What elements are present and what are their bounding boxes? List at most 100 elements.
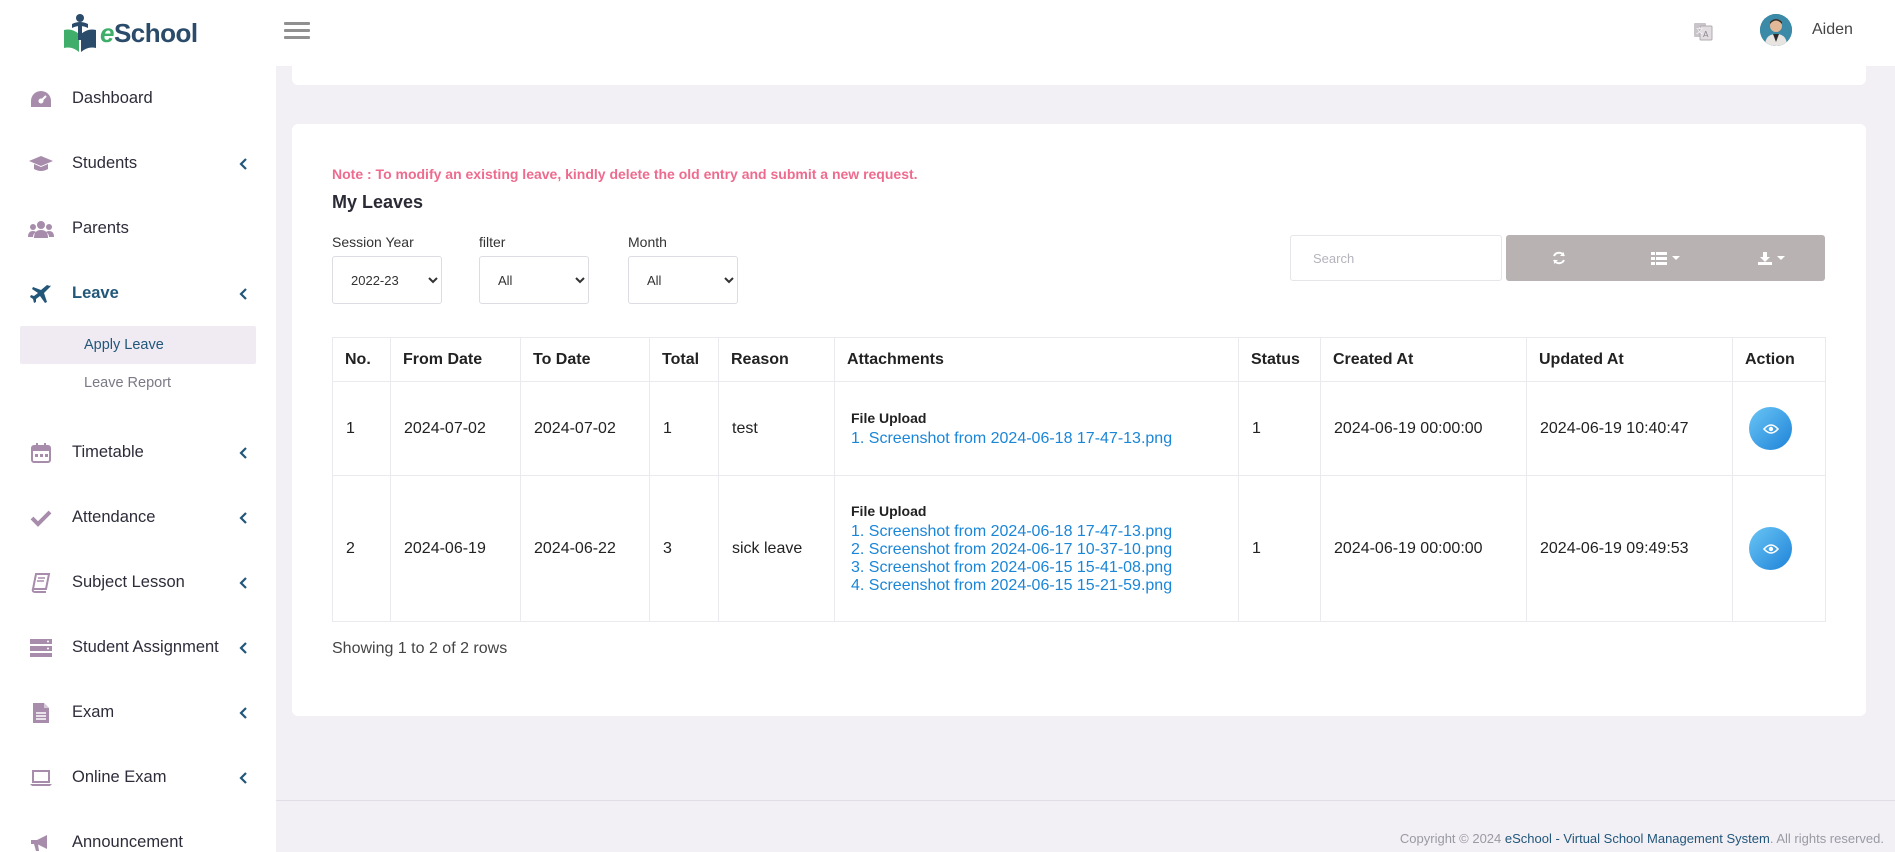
cell-status: 1 xyxy=(1238,475,1321,622)
view-button[interactable] xyxy=(1749,407,1792,450)
check-icon xyxy=(28,507,54,529)
bullhorn-icon xyxy=(28,832,54,852)
eye-icon xyxy=(1762,423,1779,434)
session-year-label: Session Year xyxy=(332,234,414,250)
column-header[interactable]: From Date xyxy=(390,337,521,382)
my-leaves-card: Note : To modify an existing leave, kind… xyxy=(292,124,1866,716)
users-icon xyxy=(28,218,54,240)
export-button[interactable] xyxy=(1719,235,1825,281)
footer-copyright: Copyright © 2024 xyxy=(1399,831,1505,846)
chevron-left-icon xyxy=(236,771,250,785)
chevron-left-icon xyxy=(236,576,250,590)
column-header[interactable]: Attachments xyxy=(834,337,1239,382)
column-header[interactable]: Reason xyxy=(718,337,835,382)
page-title: My Leaves xyxy=(332,192,424,212)
month-select[interactable]: All xyxy=(628,256,738,304)
brand-logo[interactable]: eSchool xyxy=(0,0,276,66)
leave-submenu: Apply Leave Leave Report xyxy=(0,326,276,402)
menu-toggle-icon[interactable] xyxy=(284,19,310,45)
cell-updated-at: 2024-06-19 10:40:47 xyxy=(1526,381,1733,476)
sidebar-item-leave[interactable]: Leave xyxy=(0,261,276,326)
attachment-title: File Upload xyxy=(851,502,927,519)
attachment-link[interactable]: 4. Screenshot from 2024-06-15 15-21-59.p… xyxy=(848,577,1226,595)
pagination-info: Showing 1 to 2 of 2 rows xyxy=(332,640,508,657)
footer: Copyright © 2024 eSchool - Virtual Schoo… xyxy=(1400,831,1884,846)
calendar-icon xyxy=(28,442,54,464)
footer-link[interactable]: eSchool - Virtual School Management Syst… xyxy=(1505,831,1770,846)
sidebar-item-online-exam[interactable]: Online Exam xyxy=(0,745,276,810)
attachment-title: File Upload xyxy=(851,409,927,426)
sidebar-item-students[interactable]: Students xyxy=(0,131,276,196)
cell-created-at: 2024-06-19 00:00:00 xyxy=(1320,381,1527,476)
username[interactable]: Aiden xyxy=(1812,21,1853,39)
chevron-left-icon xyxy=(236,706,250,720)
search-input[interactable] xyxy=(1290,235,1502,281)
cell-attachments: File Upload 1. Screenshot from 2024-06-1… xyxy=(834,381,1239,476)
cell-created-at: 2024-06-19 00:00:00 xyxy=(1320,475,1527,622)
cell-action xyxy=(1732,381,1826,476)
svg-text:文: 文 xyxy=(1696,26,1703,35)
refresh-button[interactable] xyxy=(1506,235,1612,281)
eye-icon xyxy=(1762,543,1779,554)
chevron-left-icon xyxy=(236,641,250,655)
view-button[interactable] xyxy=(1749,527,1792,570)
sidebar-item-subject-lesson[interactable]: Subject Lesson xyxy=(0,550,276,615)
cell-to-date: 2024-07-02 xyxy=(520,381,650,476)
cell-updated-at: 2024-06-19 09:49:53 xyxy=(1526,475,1733,622)
cell-total: 3 xyxy=(649,475,719,622)
table-header-row: No. From Date To Date Total Reason Attac… xyxy=(332,337,1826,382)
columns-button[interactable] xyxy=(1612,235,1718,281)
leave-note: Note : To modify an existing leave, kind… xyxy=(332,166,918,182)
sidebar-item-dashboard[interactable]: Dashboard xyxy=(0,66,276,131)
column-header[interactable]: Total xyxy=(649,337,719,382)
month-label: Month xyxy=(628,234,667,250)
avatar[interactable] xyxy=(1760,14,1792,46)
footer-rights: . All rights reserved. xyxy=(1769,831,1884,846)
sidebar-subitem-apply-leave[interactable]: Apply Leave xyxy=(20,326,256,364)
sidebar-subitem-leave-report[interactable]: Leave Report xyxy=(20,364,256,402)
brand-name: eSchool xyxy=(100,17,198,48)
attachment-link[interactable]: 2. Screenshot from 2024-06-17 10-37-10.p… xyxy=(848,541,1226,559)
language-icon[interactable]: 文 A xyxy=(1693,20,1713,42)
sidebar-item-exam[interactable]: Exam xyxy=(0,680,276,745)
filter-field: filter All xyxy=(479,234,589,304)
filter-select[interactable]: All xyxy=(479,256,589,304)
session-year-select[interactable]: 2022-23 xyxy=(332,256,442,304)
laptop-icon xyxy=(28,767,54,789)
filter-label: filter xyxy=(479,234,506,250)
leaves-table: No. From Date To Date Total Reason Attac… xyxy=(332,337,1826,622)
sidebar-nav: Dashboard Students Parents Leave xyxy=(0,66,276,326)
attachment-link[interactable]: 1. Screenshot from 2024-06-18 17-47-13.p… xyxy=(848,430,1226,448)
attachment-link[interactable]: 3. Screenshot from 2024-06-15 15-41-08.p… xyxy=(848,559,1226,577)
attachment-link[interactable]: 1. Screenshot from 2024-06-18 17-47-13.p… xyxy=(848,523,1226,541)
sidebar-item-timetable[interactable]: Timetable xyxy=(0,420,276,485)
caret-down-icon xyxy=(1777,256,1786,260)
chevron-left-icon xyxy=(236,157,250,171)
logo-icon xyxy=(64,14,96,52)
sidebar-item-attendance[interactable]: Attendance xyxy=(0,485,276,550)
column-header[interactable]: Updated At xyxy=(1526,337,1733,382)
server-icon xyxy=(28,637,54,659)
sidebar-item-announcement[interactable]: Announcement xyxy=(0,810,276,852)
plane-icon xyxy=(28,283,54,305)
table-row: 1 2024-07-02 2024-07-02 1 test File Uplo… xyxy=(332,381,1826,476)
top-card-strip xyxy=(292,66,1866,85)
graduation-cap-icon xyxy=(28,153,54,175)
column-header[interactable]: Created At xyxy=(1320,337,1527,382)
download-icon xyxy=(1758,251,1773,265)
sidebar: eSchool Dashboard Students Parents Leave… xyxy=(0,0,276,852)
month-field: Month All xyxy=(628,234,738,304)
column-header[interactable]: To Date xyxy=(520,337,650,382)
list-icon xyxy=(1650,251,1667,265)
column-header[interactable]: Status xyxy=(1238,337,1321,382)
caret-down-icon xyxy=(1671,256,1680,260)
cell-attachments: File Upload 1. Screenshot from 2024-06-1… xyxy=(834,475,1239,622)
column-header[interactable]: No. xyxy=(332,337,391,382)
topbar: 文 A Aiden xyxy=(276,0,1895,66)
sidebar-item-parents[interactable]: Parents xyxy=(0,196,276,261)
column-header[interactable]: Action xyxy=(1732,337,1826,382)
file-icon xyxy=(28,702,54,724)
sidebar-item-student-assignment[interactable]: Student Assignment xyxy=(0,615,276,680)
chevron-left-icon xyxy=(236,287,250,301)
session-year-field: Session Year 2022-23 xyxy=(332,234,442,304)
